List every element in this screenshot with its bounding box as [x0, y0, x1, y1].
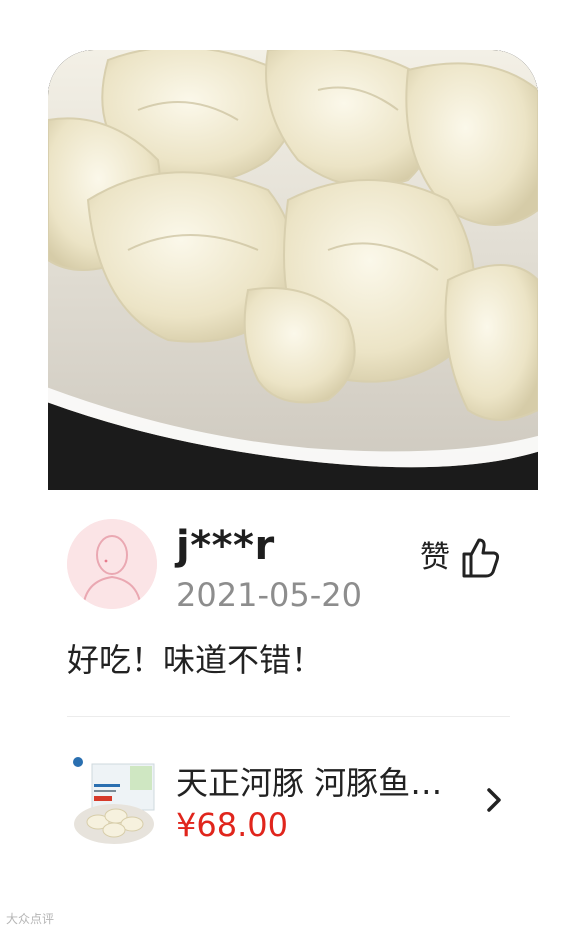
default-avatar-icon: [67, 519, 157, 609]
chevron-right-icon[interactable]: [484, 784, 504, 816]
divider: [67, 716, 510, 717]
watermark: 大众点评: [6, 912, 55, 926]
review-date: 2021-05-20: [176, 576, 362, 614]
thumbs-up-icon: [462, 538, 500, 578]
product-card[interactable]: 天正河豚 河豚鱼水饺 ¥68.00: [0, 740, 587, 860]
dumplings-image: [48, 50, 538, 490]
review-detail-page: j***r 2021-05-20 赞 好吃！味道不错！ 天正河豚 河豚鱼水饺 ¥…: [0, 0, 587, 933]
reviewer-username[interactable]: j***r: [176, 520, 275, 572]
product-title[interactable]: 天正河豚 河豚鱼水饺: [176, 762, 452, 804]
like-label: 赞: [420, 540, 450, 575]
user-avatar[interactable]: [67, 519, 157, 609]
product-price: ¥68.00: [176, 806, 288, 844]
review-comment: 好吃！味道不错！: [67, 641, 324, 679]
review-photo[interactable]: [48, 50, 538, 490]
like-button[interactable]: 赞: [420, 536, 502, 580]
product-thumbnail: [70, 754, 158, 846]
